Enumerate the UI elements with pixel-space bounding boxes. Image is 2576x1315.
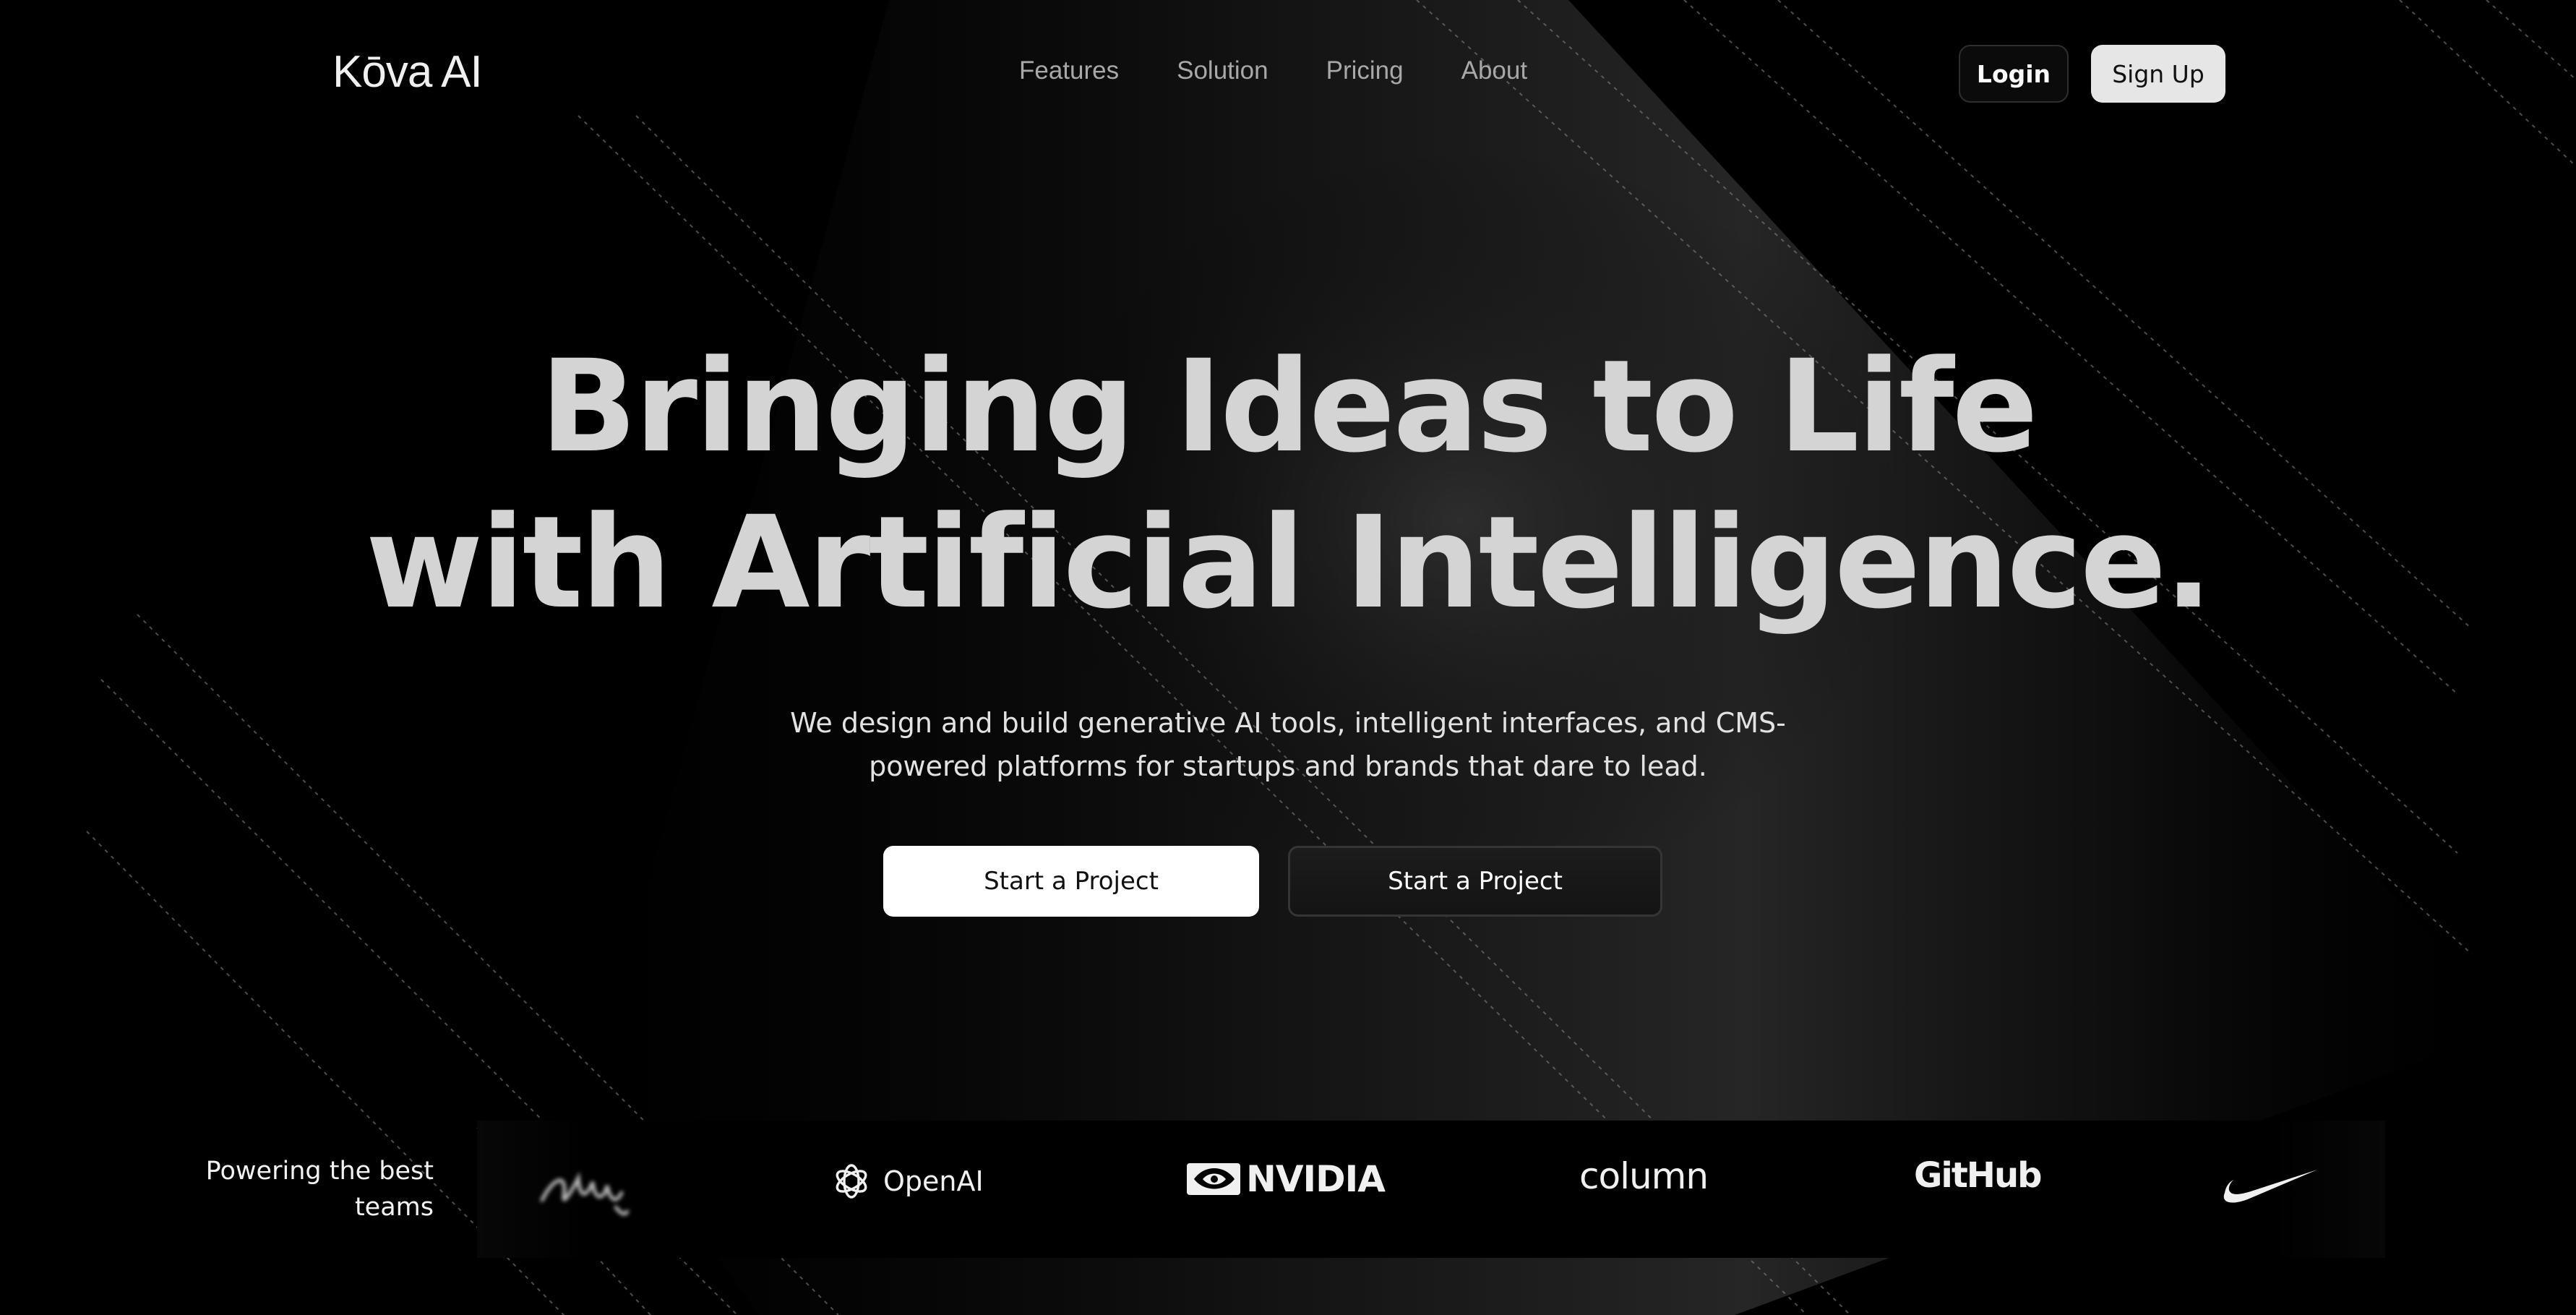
partner-logo-nvidia: NVIDIA [1185, 1158, 1386, 1200]
partner-logo-column: column [1579, 1155, 1709, 1197]
login-button[interactable]: Login [1959, 45, 2069, 103]
background-beam [0, 0, 2576, 1315]
hero-subtitle: We design and build generative AI tools,… [790, 707, 1786, 782]
nvidia-icon [1187, 1163, 1240, 1195]
partner-logo-github: GitHub [1914, 1155, 2042, 1196]
column-wordmark: column [1579, 1155, 1709, 1197]
brand-logo[interactable]: Kōva AI [332, 46, 483, 98]
nike-swoosh-icon [2219, 1158, 2320, 1209]
partner-logo-openai: OpenAI [831, 1161, 984, 1202]
openai-icon [836, 1164, 867, 1199]
signup-button[interactable]: Sign Up [2091, 45, 2225, 103]
top-navbar: Kōva AI Features Solution Pricing About … [0, 0, 2576, 148]
nvidia-wordmark: NVIDIA [1246, 1158, 1386, 1200]
nav-link-features[interactable]: Features [1019, 56, 1119, 85]
openai-wordmark: OpenAI [883, 1165, 984, 1197]
hero-title-line-1: Bringing Ideas to Life [540, 333, 2038, 481]
nav-link-about[interactable]: About [1461, 56, 1527, 85]
hero-title: Bringing Ideas to Life with Artificial I… [0, 329, 2576, 641]
nav-links: Features Solution Pricing About [1019, 56, 1527, 85]
github-wordmark: GitHub [1914, 1155, 2042, 1196]
partner-logos-strip: OpenAI NVIDIA column GitHub [477, 1121, 2385, 1258]
hero-title-line-2: with Artificial Intelligence. [365, 489, 2212, 637]
start-project-secondary-button[interactable]: Start a Project [1288, 846, 1662, 917]
start-project-primary-button[interactable]: Start a Project [883, 846, 1259, 917]
partners-label: Powering the best teams [205, 1157, 434, 1222]
script-logo-icon [535, 1157, 629, 1222]
nav-link-pricing[interactable]: Pricing [1326, 56, 1404, 85]
nav-link-solution[interactable]: Solution [1177, 56, 1268, 85]
